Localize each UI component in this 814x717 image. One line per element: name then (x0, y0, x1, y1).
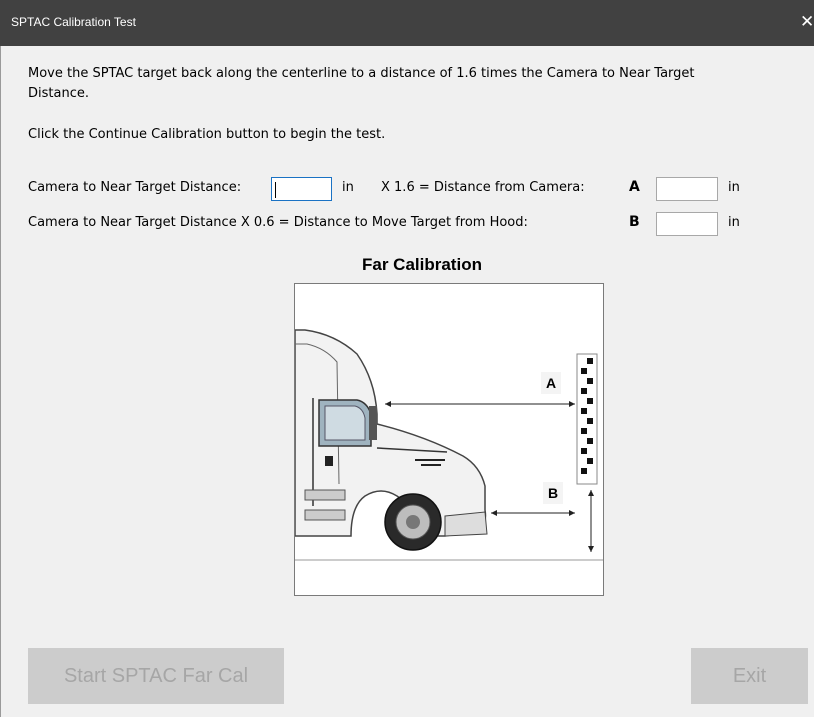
arrow-b-label: B (548, 485, 558, 501)
near-distance-label: Camera to Near Target Distance: (28, 180, 242, 195)
move-distance-label: Camera to Near Target Distance X 0.6 = D… (28, 215, 528, 230)
distance-a-unit: in (728, 180, 740, 195)
window-title: SPTAC Calibration Test (11, 15, 136, 29)
instruction-line-2: Click the Continue Calibration button to… (28, 127, 386, 142)
formula-a-label: X 1.6 = Distance from Camera: (381, 180, 585, 195)
title-bar: SPTAC Calibration Test ✕ (0, 0, 814, 46)
text-caret (275, 182, 276, 198)
mirror-icon (369, 406, 377, 440)
start-sptac-far-cal-button[interactable]: Start SPTAC Far Cal (28, 648, 284, 704)
instruction-line-1-cont: Distance. (28, 86, 89, 101)
letter-b-label: B (629, 214, 640, 230)
near-distance-unit: in (342, 180, 354, 195)
arrow-a-label: A (546, 375, 556, 391)
distance-b-unit: in (728, 215, 740, 230)
close-icon[interactable]: ✕ (800, 12, 814, 32)
figure-title: Far Calibration (362, 255, 482, 274)
far-calibration-figure: A B (294, 283, 604, 596)
truck-diagram: A B (294, 329, 603, 561)
instruction-line-1: Move the SPTAC target back along the cen… (28, 66, 695, 81)
exit-button[interactable]: Exit (691, 648, 808, 704)
distance-a-field[interactable] (656, 177, 718, 201)
letter-a-label: A (629, 179, 640, 195)
near-distance-input[interactable] (271, 177, 332, 201)
dialog-body: Move the SPTAC target back along the cen… (0, 46, 814, 717)
distance-b-field[interactable] (656, 212, 718, 236)
